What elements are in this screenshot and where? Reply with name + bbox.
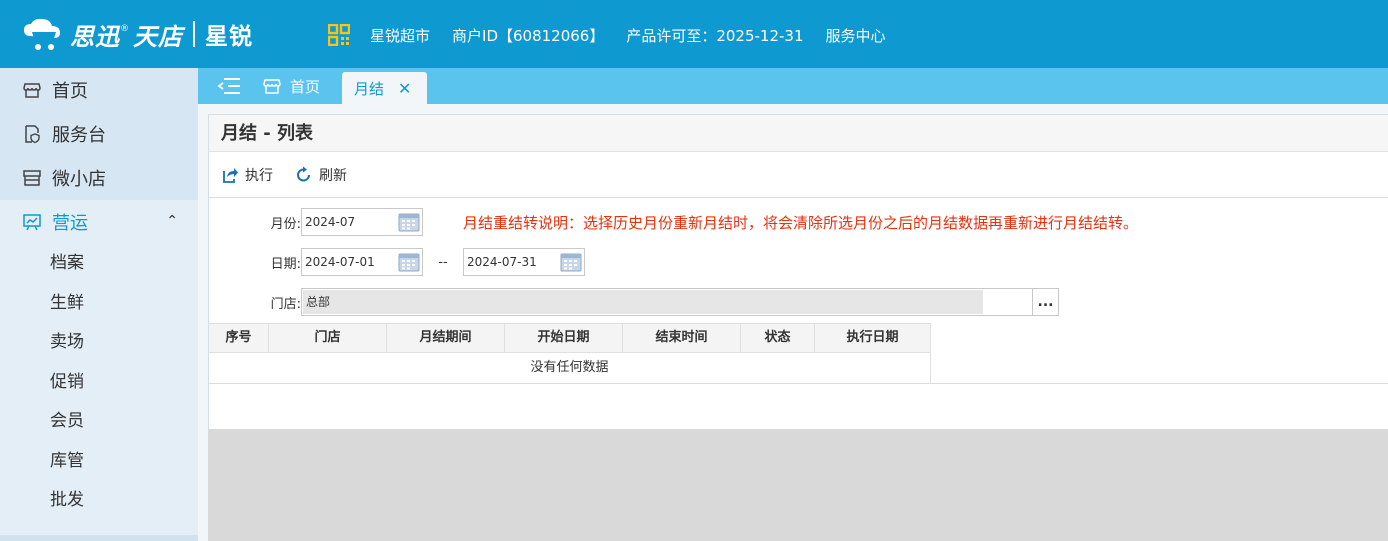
monthly-close-panel: 月结 - 列表 执行 刷新 月份: 2024-07 月结重结转说明：选择历史月份… xyxy=(208,114,1388,430)
table-header: 序号 门店 月结期间 开始日期 结束时间 状态 执行日期 xyxy=(209,323,931,353)
calendar-icon[interactable] xyxy=(398,252,420,272)
date-to-picker[interactable]: 2024-07-31 xyxy=(463,248,585,276)
sidebar-subitem-store-floor[interactable]: 卖场 xyxy=(0,323,198,363)
sidebar-item-label: 微小店 xyxy=(52,169,106,190)
chart-board-icon xyxy=(23,214,41,231)
date-label: 日期: xyxy=(270,256,301,272)
sidebar-item-label: 首页 xyxy=(52,81,88,102)
table-divider xyxy=(209,383,1388,384)
sidebar-subitem-fresh[interactable]: 生鲜 xyxy=(0,284,198,324)
date-range-separator: -- xyxy=(438,254,448,270)
date-from-value: 2024-07-01 xyxy=(305,255,375,269)
store-icon xyxy=(23,83,41,98)
tab-bar: 首页 月结 ✕ xyxy=(198,68,1388,104)
calendar-icon[interactable] xyxy=(398,212,420,232)
product-name: 星锐 xyxy=(205,24,253,50)
refresh-button[interactable]: 刷新 xyxy=(295,165,347,185)
column-header[interactable]: 执行日期 xyxy=(815,324,931,352)
store-label: 门店: xyxy=(270,296,301,312)
sidebar-subitem-inventory[interactable]: 库管 xyxy=(0,442,198,482)
tab-label: 月结 xyxy=(354,79,385,98)
refresh-label: 刷新 xyxy=(319,167,347,184)
toolbar: 执行 刷新 xyxy=(209,152,1388,198)
top-header: 思迅 ® 天店 星锐 星锐超市 商户ID【60812066】 产品许可至：202… xyxy=(0,0,1388,68)
collapse-menu-icon[interactable] xyxy=(216,76,242,96)
month-row: 月份: 2024-07 月结重结转说明：选择历史月份重新月结时，将会清除所选月份… xyxy=(267,208,1138,236)
brand-sub-name: 天店 xyxy=(133,22,183,51)
sidebar-submenu: 档案 生鲜 卖场 促销 会员 库管 批发 xyxy=(0,244,198,521)
sidebar-item-operations[interactable]: 营运 ⌃ xyxy=(0,200,198,244)
column-header[interactable]: 月结期间 xyxy=(387,324,505,352)
calendar-icon[interactable] xyxy=(560,252,582,272)
date-from-picker[interactable]: 2024-07-01 xyxy=(301,248,423,276)
sidebar-bottom-strip xyxy=(0,535,198,541)
sidebar-subitem-promotion[interactable]: 促销 xyxy=(0,363,198,403)
sidebar-item-label: 营运 xyxy=(52,213,88,234)
refresh-icon xyxy=(297,166,310,181)
store-name: 星锐超市 xyxy=(370,26,431,45)
sidebar-item-service-desk[interactable]: 服务台 xyxy=(0,112,198,156)
tab-home[interactable]: 首页 xyxy=(262,68,320,104)
qr-code-icon[interactable] xyxy=(328,24,350,46)
brand-name: 思迅 xyxy=(70,22,120,51)
store-value: 总部 xyxy=(303,290,983,314)
header-info: 星锐超市 商户ID【60812066】 产品许可至：2025-12-31 服务中… xyxy=(328,24,908,46)
chevron-up-icon[interactable]: ⌃ xyxy=(166,213,178,229)
tab-monthly-close[interactable]: 月结 ✕ xyxy=(342,72,427,104)
merchant-id: 商户ID【60812066】 xyxy=(452,26,605,45)
sidebar-item-micro-store[interactable]: 微小店 xyxy=(0,156,198,200)
month-label: 月份: xyxy=(270,216,301,232)
page-title: 月结 - 列表 xyxy=(209,115,1388,152)
sidebar-subitem-wholesale[interactable]: 批发 xyxy=(0,481,198,521)
sidebar-subitem-archive[interactable]: 档案 xyxy=(0,244,198,284)
sidebar-item-home[interactable]: 首页 xyxy=(0,68,198,112)
service-center-link[interactable]: 服务中心 xyxy=(826,25,886,46)
empty-table-message: 没有任何数据 xyxy=(209,353,931,383)
shop-box-icon xyxy=(23,170,41,186)
monthly-close-table: 序号 门店 月结期间 开始日期 结束时间 状态 执行日期 没有任何数据 xyxy=(209,323,1388,384)
empty-workspace xyxy=(208,429,1388,541)
column-header[interactable]: 结束时间 xyxy=(623,324,741,352)
date-to-value: 2024-07-31 xyxy=(467,255,537,269)
sidebar-item-label: 服务台 xyxy=(52,125,106,146)
tab-home-label: 首页 xyxy=(290,77,321,96)
execute-icon xyxy=(223,167,238,183)
execute-button[interactable]: 执行 xyxy=(221,165,273,185)
main-content: 月结 - 列表 执行 刷新 月份: 2024-07 月结重结转说明：选择历史月份… xyxy=(198,104,1388,541)
document-shield-icon xyxy=(25,125,40,144)
sidebar-subitem-member[interactable]: 会员 xyxy=(0,402,198,442)
column-header[interactable]: 序号 xyxy=(209,324,269,352)
brand-logo: 思迅 ® 天店 星锐 xyxy=(20,14,253,54)
logo-divider xyxy=(193,21,195,47)
execute-label: 执行 xyxy=(245,167,273,184)
monthly-close-notice: 月结重结转说明：选择历史月份重新月结时，将会清除所选月份之后的月结数据再重新进行… xyxy=(463,213,1139,232)
month-picker[interactable]: 2024-07 xyxy=(301,208,423,236)
more-options-button[interactable]: ... xyxy=(1032,289,1058,315)
column-header[interactable]: 门店 xyxy=(269,324,387,352)
store-icon xyxy=(263,79,281,94)
close-icon[interactable]: ✕ xyxy=(398,79,411,98)
store-selector[interactable]: 总部 ... xyxy=(301,288,1059,316)
date-row: 日期: 2024-07-01 -- 2024-07-31 xyxy=(267,248,585,276)
license-expiry: 产品许可至：2025-12-31 xyxy=(626,26,804,45)
store-row: 门店: 总部 ... xyxy=(259,288,1059,316)
column-header[interactable]: 开始日期 xyxy=(505,324,623,352)
column-header[interactable]: 状态 xyxy=(741,324,815,352)
month-value: 2024-07 xyxy=(305,215,356,229)
cart-logo-icon xyxy=(24,18,60,50)
sidebar: 首页 服务台 微小店 营运 ⌃ 档案 生鲜 卖场 促销 会员 库管 批发 xyxy=(0,68,198,541)
